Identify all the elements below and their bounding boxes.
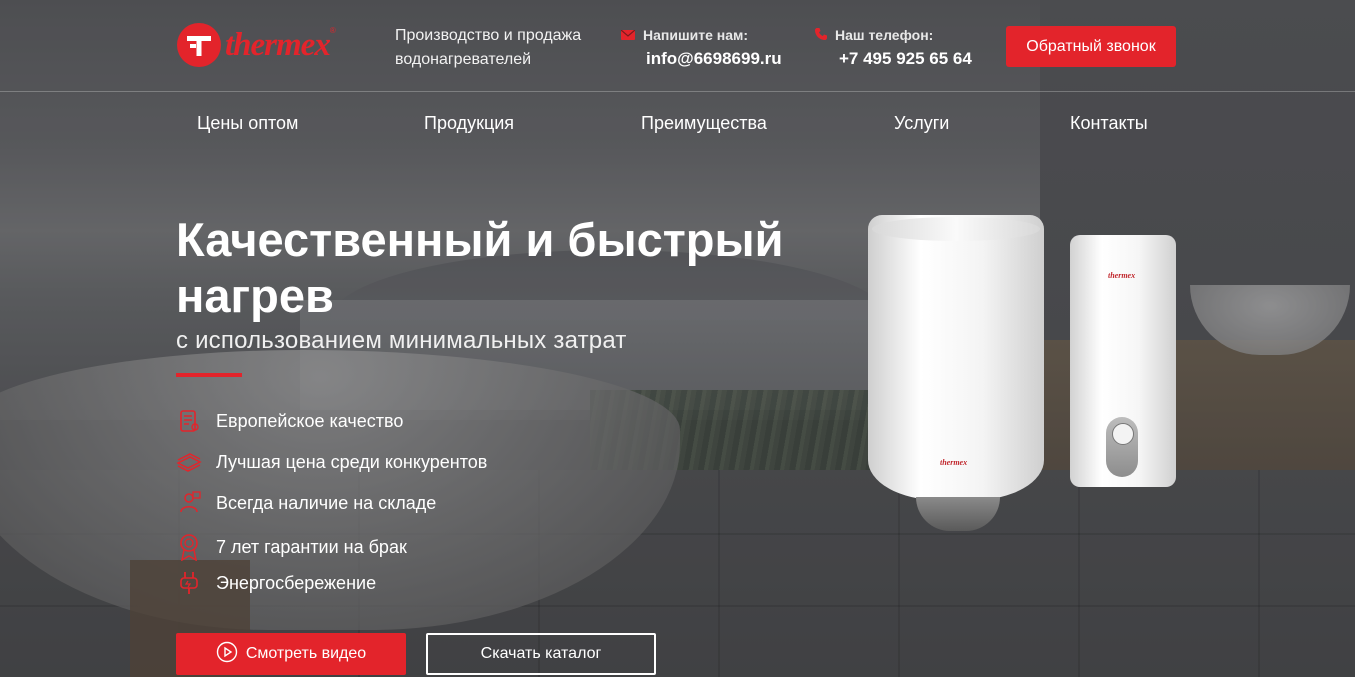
main-nav: Цены оптом Продукция Преимущества Услуги…: [0, 92, 1355, 156]
site-header: thermex ® Производство и продажа водонаг…: [0, 0, 1355, 92]
download-catalog-button[interactable]: Скачать каталог: [426, 633, 656, 675]
water-heater-slim-image: thermex: [1070, 235, 1176, 487]
watch-video-label: Смотреть видео: [245, 645, 367, 662]
money-stack-icon: [176, 449, 202, 475]
callback-button[interactable]: Обратный звонок: [1006, 26, 1176, 67]
feature-item: Всегда наличие на складе: [176, 490, 436, 516]
heater-brand-label: thermex: [1108, 271, 1136, 280]
company-tagline: Производство и продажа водонагревателей: [395, 27, 582, 68]
watch-video-button[interactable]: Смотреть видео: [176, 633, 406, 675]
feature-label: Всегда наличие на складе: [216, 492, 437, 513]
feature-item: Энергосбережение: [176, 570, 376, 596]
email-label: Напишите нам:: [643, 27, 749, 43]
email-link[interactable]: info@6698699.ru: [646, 49, 782, 69]
award-ribbon-icon: [176, 534, 202, 561]
feature-label: Европейское качество: [216, 410, 404, 431]
hero-divider: [176, 373, 242, 377]
feature-label: 7 лет гарантии на брак: [216, 536, 407, 557]
warehouse-worker-icon: [176, 490, 202, 516]
heater-brand-label: thermex: [940, 458, 968, 467]
feature-item: Европейское качество: [176, 408, 403, 434]
nav-item-wholesale-prices[interactable]: Цены оптом: [197, 113, 298, 134]
thermometer-dial-icon: [1112, 423, 1134, 445]
phone-contact: Наш телефон: +7 495 925 65 64: [815, 27, 972, 69]
registered-mark-icon: ®: [329, 26, 336, 35]
plug-icon: [176, 570, 202, 596]
phone-link[interactable]: +7 495 925 65 64: [839, 49, 972, 69]
thermex-logo[interactable]: thermex ®: [177, 22, 369, 68]
feature-label: Энергосбережение: [216, 572, 377, 593]
hero-title: Качественный и быстрый нагрев: [176, 213, 784, 322]
feature-item: 7 лет гарантии на брак: [176, 534, 407, 561]
nav-item-advantages[interactable]: Преимущества: [641, 113, 767, 134]
water-heater-round-image: thermex: [868, 215, 1044, 535]
email-contact: Напишите нам: info@6698699.ru: [620, 27, 782, 69]
nav-item-products[interactable]: Продукция: [424, 113, 514, 134]
play-icon: [216, 641, 238, 668]
nav-item-contacts[interactable]: Контакты: [1070, 113, 1148, 134]
phone-icon: [815, 27, 827, 43]
logo-wordmark: thermex: [225, 26, 331, 63]
envelope-icon: [620, 27, 636, 43]
thermex-logo-mark-icon: [177, 23, 221, 67]
phone-label: Наш телефон:: [835, 27, 934, 43]
feature-label: Лучшая цена среди конкурентов: [216, 451, 488, 472]
nav-item-services[interactable]: Услуги: [894, 113, 949, 134]
hero-subtitle: с использованием минимальных затрат: [176, 327, 627, 354]
thermostat-panel: [1106, 417, 1138, 477]
certificate-icon: [176, 408, 202, 434]
feature-item: Лучшая цена среди конкурентов: [176, 449, 487, 475]
